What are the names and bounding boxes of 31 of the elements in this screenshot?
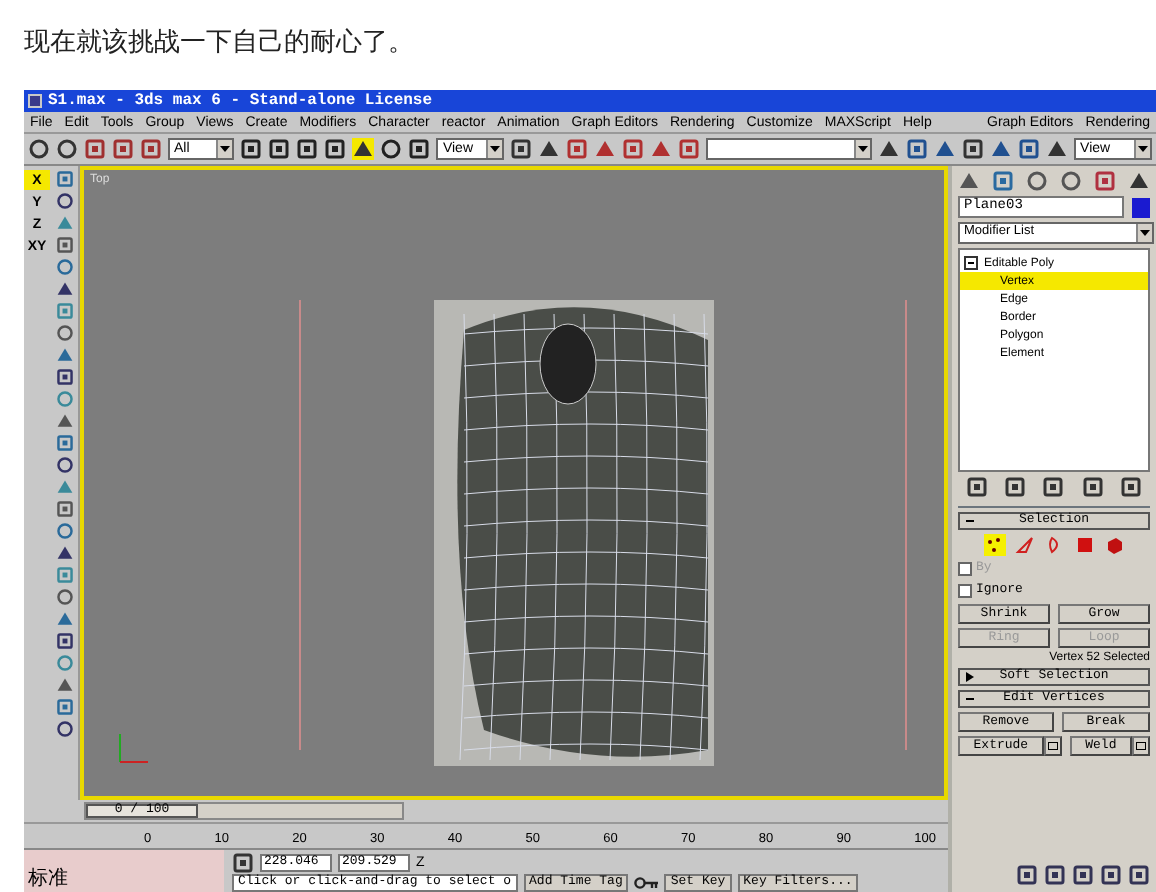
tool-icon[interactable] — [55, 500, 73, 518]
polygon-level-icon[interactable] — [1073, 534, 1095, 556]
caret-icon[interactable] — [220, 146, 231, 152]
axis-gizmo-icon — [119, 733, 149, 763]
tool-icon[interactable] — [55, 720, 73, 738]
post-caption: 现在就该挑战一下自己的耐心了。 — [24, 26, 416, 62]
collapse-icon[interactable] — [966, 694, 976, 704]
caret-icon[interactable] — [1140, 230, 1150, 236]
vertex-level-icon[interactable] — [983, 534, 1005, 556]
checkbox[interactable] — [958, 584, 972, 598]
named-selection-dropdown[interactable] — [705, 138, 873, 160]
expand-arrow-icon[interactable] — [966, 672, 976, 682]
object-color-swatch[interactable] — [1132, 197, 1150, 217]
window-title: S1.max - 3ds max 6 - Stand-alone License — [48, 93, 433, 109]
tool-icon[interactable] — [55, 632, 73, 650]
app-icon — [28, 94, 42, 108]
input-method-bar[interactable]: 标准 — [24, 850, 224, 892]
tool-icon[interactable] — [55, 698, 73, 716]
settings-button[interactable] — [1132, 736, 1151, 756]
collapse-icon[interactable] — [966, 516, 976, 526]
tool-icon[interactable] — [55, 236, 73, 254]
key-icon[interactable] — [634, 876, 659, 890]
collapse-icon[interactable] — [964, 256, 978, 270]
tool-icon[interactable] — [55, 368, 73, 386]
element-level-icon[interactable] — [1103, 534, 1125, 556]
caret-icon[interactable] — [858, 146, 869, 152]
tool-icon[interactable] — [55, 170, 73, 188]
tool-icon[interactable] — [55, 434, 73, 452]
caret-icon[interactable] — [489, 146, 500, 152]
edge-level-icon[interactable] — [1013, 534, 1035, 556]
caret-icon[interactable] — [1138, 146, 1149, 152]
